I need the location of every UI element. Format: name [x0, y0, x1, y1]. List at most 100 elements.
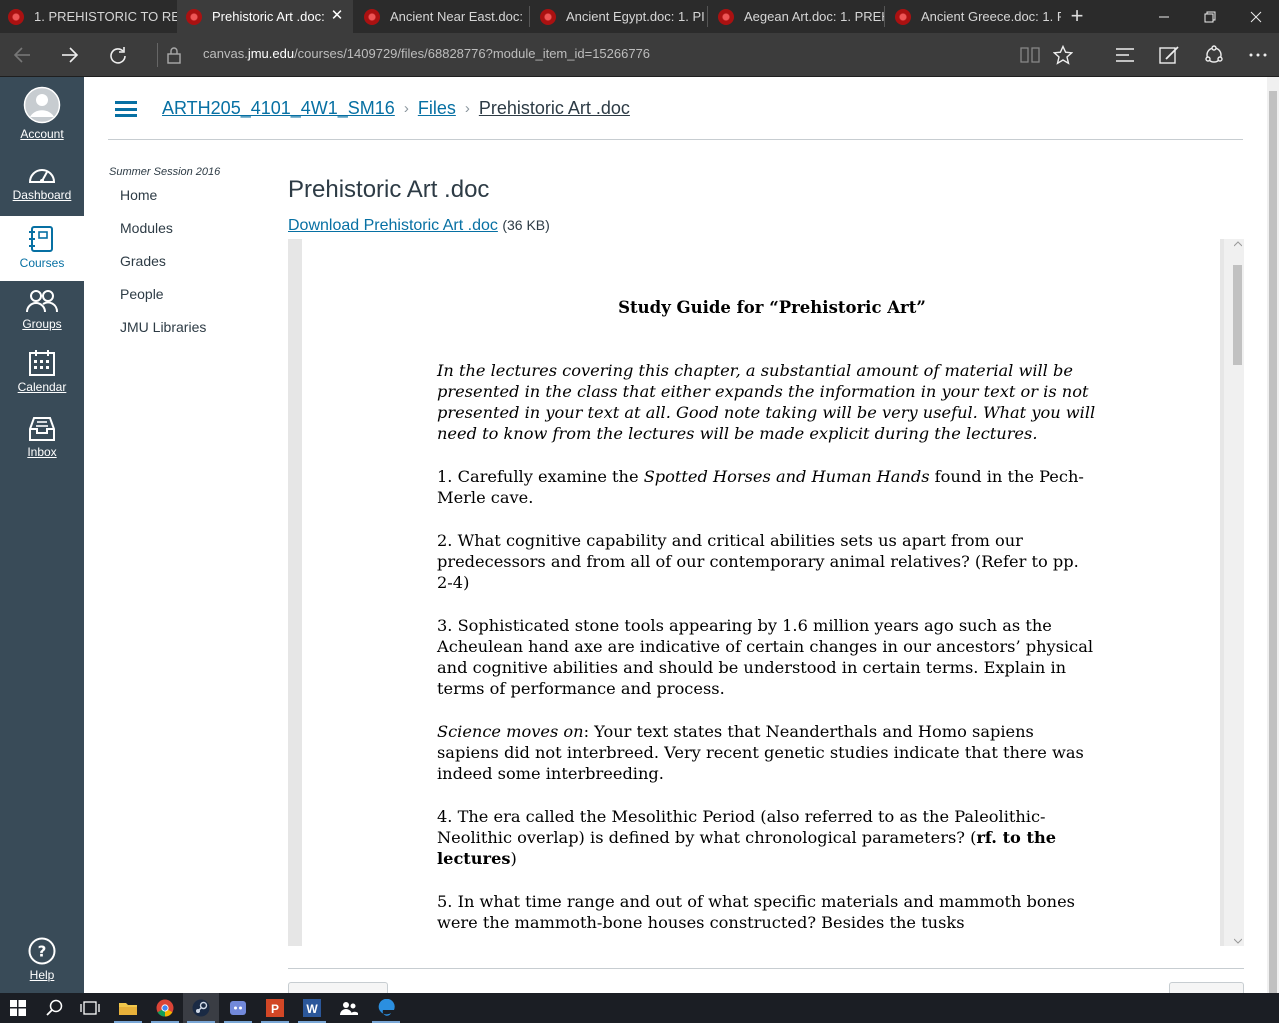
- breadcrumb-course-link[interactable]: ARTH205_4101_4W1_SM16: [162, 98, 395, 119]
- tab-title: Aegean Art.doc: 1. PREH: [744, 9, 884, 24]
- tab-title: Ancient Near East.doc:: [390, 9, 523, 24]
- document-page: Study Guide for “Prehistoric Art” In the…: [302, 239, 1220, 946]
- global-nav-label: Calendar: [17, 380, 67, 394]
- search-icon[interactable]: [37, 993, 73, 1023]
- question-2: 2. What cognitive capability and critica…: [437, 531, 1079, 592]
- url-field[interactable]: canvas.jmu.edu/courses/1409729/files/688…: [203, 46, 650, 61]
- word-icon[interactable]: W: [294, 993, 330, 1023]
- browser-tab[interactable]: Ancient Greece.doc: 1. F: [885, 0, 1061, 33]
- windows-taskbar: P W: [0, 993, 1279, 1023]
- share-icon[interactable]: [1198, 39, 1230, 71]
- science-note: Science moves on: Your text states that …: [437, 721, 1097, 784]
- favorite-star-icon[interactable]: [1047, 39, 1079, 71]
- global-nav-label: Groups: [22, 317, 62, 331]
- browser-tab-active[interactable]: Prehistoric Art .doc: ✕: [177, 0, 353, 33]
- windows-start-icon[interactable]: [0, 993, 36, 1023]
- courses-icon: [29, 226, 53, 252]
- course-navigation: Home Modules Grades People JMU Libraries: [120, 187, 206, 352]
- term-label: Summer Session 2016: [109, 166, 221, 178]
- course-nav-modules[interactable]: Modules: [120, 220, 206, 253]
- canvas-favicon-icon: [364, 8, 380, 25]
- more-options-icon[interactable]: [1242, 39, 1274, 71]
- lock-icon[interactable]: [158, 39, 190, 71]
- scroll-down-icon[interactable]: [1234, 938, 1242, 944]
- question-1: 1. Carefully examine the Spotted Horses …: [437, 466, 1097, 508]
- global-nav-help[interactable]: ? Help: [0, 937, 84, 987]
- global-nav-dashboard[interactable]: Dashboard: [0, 163, 84, 209]
- calendar-icon: [29, 350, 55, 376]
- question-text: 4. The era called the Mesolithic Period …: [437, 807, 1046, 847]
- breadcrumb-files-link[interactable]: Files: [418, 98, 456, 119]
- new-tab-button[interactable]: +: [1064, 4, 1090, 30]
- breadcrumb-current[interactable]: Prehistoric Art .doc: [479, 98, 630, 119]
- tab-title: Ancient Greece.doc: 1. F: [921, 9, 1061, 24]
- canvas-favicon-icon: [895, 8, 911, 25]
- inbox-icon: [29, 417, 55, 441]
- download-row: Download Prehistoric Art .doc (36 KB): [288, 217, 550, 235]
- chrome-icon[interactable]: [147, 993, 183, 1023]
- canvas-favicon-icon: [8, 8, 24, 25]
- divider: [288, 968, 1244, 969]
- close-tab-icon[interactable]: ✕: [329, 8, 345, 24]
- global-nav-inbox[interactable]: Inbox: [0, 414, 84, 464]
- close-window-icon[interactable]: [1233, 0, 1279, 33]
- question-4: 4. The era called the Mesolithic Period …: [437, 806, 1097, 869]
- refresh-icon[interactable]: [102, 39, 134, 71]
- course-nav-grades[interactable]: Grades: [120, 253, 206, 286]
- download-link[interactable]: Download Prehistoric Art .doc: [288, 217, 498, 234]
- file-size: (36 KB): [502, 217, 550, 233]
- web-note-icon[interactable]: [1153, 39, 1185, 71]
- tab-title: 1. PREHISTORIC TO REN: [34, 9, 177, 24]
- browser-tab-strip: 1. PREHISTORIC TO REN Prehistoric Art .d…: [0, 0, 1279, 33]
- browser-tab[interactable]: Ancient Near East.doc:: [353, 0, 529, 33]
- browser-tab[interactable]: 1. PREHISTORIC TO REN: [0, 0, 177, 33]
- course-nav-people[interactable]: People: [120, 286, 206, 319]
- hub-icon[interactable]: [1109, 39, 1141, 71]
- task-view-icon[interactable]: [72, 993, 108, 1023]
- question-3: 3. Sophisticated stone tools appearing b…: [437, 616, 1094, 698]
- url-prefix: canvas.: [203, 46, 248, 61]
- document-preview[interactable]: Study Guide for “Prehistoric Art” In the…: [288, 239, 1244, 946]
- minimize-window-icon[interactable]: [1141, 0, 1187, 33]
- scrollbar-thumb[interactable]: [1233, 265, 1242, 365]
- global-nav-account[interactable]: Account: [0, 86, 84, 143]
- back-arrow-icon[interactable]: [6, 39, 38, 71]
- reading-view-icon[interactable]: [1014, 39, 1046, 71]
- browser-address-bar: canvas.jmu.edu/courses/1409729/files/688…: [0, 33, 1279, 77]
- preview-scrollbar[interactable]: [1224, 239, 1244, 946]
- course-nav-home[interactable]: Home: [120, 187, 206, 220]
- forward-arrow-icon[interactable]: [54, 39, 86, 71]
- browser-tab[interactable]: Aegean Art.doc: 1. PREH: [708, 0, 884, 33]
- global-nav-label: Dashboard: [12, 188, 72, 202]
- account-avatar-icon: [23, 86, 61, 124]
- people-icon[interactable]: [331, 993, 367, 1023]
- chevron-right-icon: ›: [464, 100, 470, 117]
- discord-icon[interactable]: [220, 993, 256, 1023]
- dashboard-icon: [28, 169, 56, 183]
- main-content: ARTH205_4101_4W1_SM16 › Files › Prehisto…: [84, 77, 1267, 1002]
- powerpoint-icon[interactable]: P: [257, 993, 293, 1023]
- document-body: Study Guide for “Prehistoric Art” In the…: [437, 297, 1097, 946]
- page-scrollbar[interactable]: [1267, 77, 1279, 998]
- scroll-up-icon[interactable]: [1234, 241, 1242, 247]
- global-nav-groups[interactable]: Groups: [0, 288, 84, 336]
- course-nav-jmu-libraries[interactable]: JMU Libraries: [120, 319, 206, 352]
- edge-browser-icon[interactable]: [368, 993, 404, 1023]
- canvas-favicon-icon: [186, 8, 202, 25]
- url-domain: jmu.edu: [247, 46, 295, 61]
- groups-icon: [26, 290, 58, 313]
- global-nav-label: Help: [29, 968, 55, 982]
- global-nav-label: Courses: [19, 256, 65, 270]
- svg-text:P: P: [271, 1002, 279, 1016]
- scrollbar-thumb[interactable]: [1269, 91, 1277, 998]
- global-nav-courses[interactable]: Courses: [0, 216, 84, 281]
- chevron-right-icon: ›: [403, 100, 409, 117]
- browser-tab[interactable]: Ancient Egypt.doc: 1. PI: [530, 0, 707, 33]
- global-navigation: Account Dashboard Courses Groups Calenda…: [0, 77, 84, 993]
- file-explorer-icon[interactable]: [110, 993, 146, 1023]
- tab-title: Ancient Egypt.doc: 1. PI: [566, 9, 705, 24]
- global-nav-calendar[interactable]: Calendar: [0, 349, 84, 399]
- hamburger-menu-icon[interactable]: [115, 101, 137, 117]
- steam-icon[interactable]: [183, 993, 219, 1023]
- restore-window-icon[interactable]: [1187, 0, 1233, 33]
